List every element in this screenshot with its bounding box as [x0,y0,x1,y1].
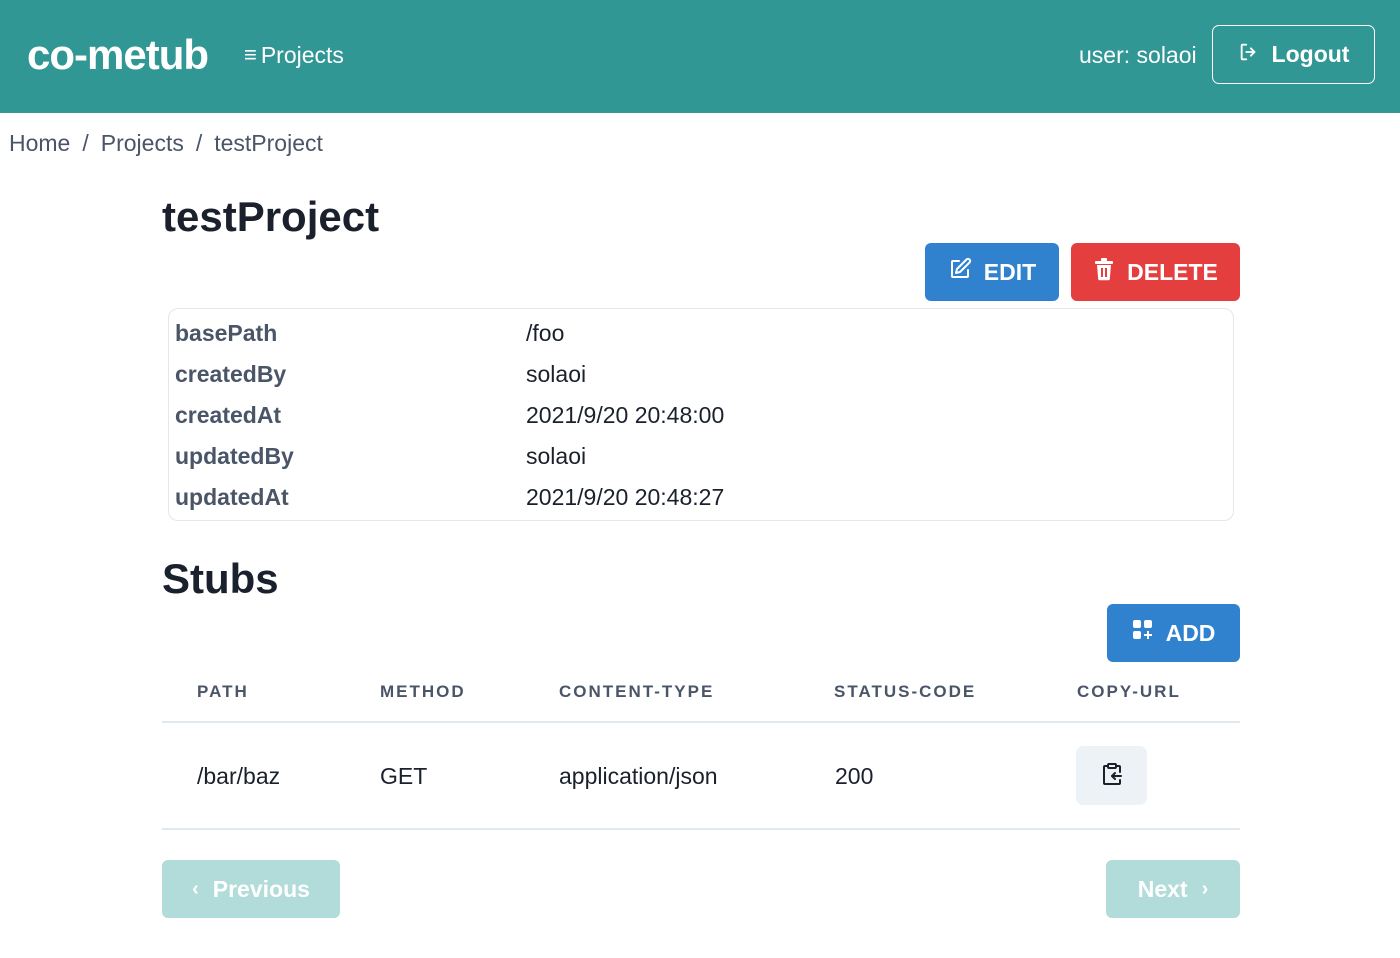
delete-label: DELETE [1127,258,1218,285]
trash-icon [1093,257,1115,287]
project-details-table: basePath /foo createdBy solaoi createdAt… [168,308,1234,521]
top-header: co-metub ≡ Projects user: solaoi Logout [0,0,1400,113]
column-header-copy-url: COPY-URL [1077,682,1181,701]
breadcrumb-projects[interactable]: Projects [101,128,184,158]
nav-projects-link[interactable]: ≡ Projects [244,40,344,70]
logout-button[interactable]: Logout [1212,25,1375,84]
detail-key: createdAt [175,402,282,428]
nav-projects-label: Projects [260,42,344,68]
next-page-button[interactable]: Next › [1106,860,1240,918]
logout-icon [1238,41,1260,69]
previous-label: Previous [212,875,310,902]
breadcrumb-home[interactable]: Home [9,128,70,158]
detail-value: 2021/9/20 20:48:00 [526,402,725,428]
detail-key: basePath [175,320,278,346]
current-user-label: user: solaoi [1079,42,1197,68]
detail-row-updatedat: updatedAt 2021/9/20 20:48:27 [169,477,1233,518]
detail-value: solaoi [526,443,587,469]
logout-label: Logout [1271,41,1350,67]
stub-method: GET [380,763,428,789]
chevron-right-icon: › [1201,878,1209,900]
edit-button[interactable]: EDIT [925,243,1059,301]
clipboard-copy-icon [1102,763,1122,788]
detail-row-updatedby: updatedBy solaoi [169,436,1233,477]
detail-row-createdby: createdBy solaoi [169,354,1233,395]
breadcrumb: Home / Projects / testProject [9,128,323,158]
add-grid-icon [1132,619,1154,647]
detail-key: createdBy [175,361,287,387]
stubs-section-title: Stubs [162,555,279,602]
next-label: Next [1137,875,1188,902]
column-header-content-type: CONTENT-TYPE [559,682,715,701]
breadcrumb-separator: / [195,130,203,156]
detail-key: updatedBy [175,443,294,469]
stub-content-type: application/json [559,763,718,789]
detail-value: 2021/9/20 20:48:27 [526,484,725,510]
previous-page-button[interactable]: ‹ Previous [162,860,340,918]
edit-label: EDIT [983,258,1037,285]
add-stub-button[interactable]: ADD [1107,604,1240,662]
chevron-left-icon: ‹ [192,878,199,900]
detail-row-basepath: basePath /foo [169,313,1233,354]
add-label: ADD [1165,619,1216,646]
app-logo[interactable]: co-metub [27,30,209,80]
column-header-path: PATH [197,682,249,701]
table-divider [162,828,1240,830]
delete-button[interactable]: DELETE [1071,243,1240,301]
detail-value: solaoi [526,361,587,387]
table-divider [162,721,1240,723]
breadcrumb-separator: / [82,130,89,156]
detail-key: updatedAt [175,484,289,510]
column-header-method: METHOD [380,682,466,701]
detail-value: /foo [526,320,565,346]
column-header-status-code: STATUS-CODE [834,682,977,701]
page-title: testProject [162,193,380,240]
stub-status-code: 200 [835,763,874,789]
edit-icon [948,257,972,287]
list-icon: ≡ [244,42,257,67]
copy-url-button[interactable] [1076,746,1147,805]
breadcrumb-current[interactable]: testProject [214,128,323,158]
stub-path[interactable]: /bar/baz [197,761,280,791]
detail-row-createdat: createdAt 2021/9/20 20:48:00 [169,395,1233,436]
